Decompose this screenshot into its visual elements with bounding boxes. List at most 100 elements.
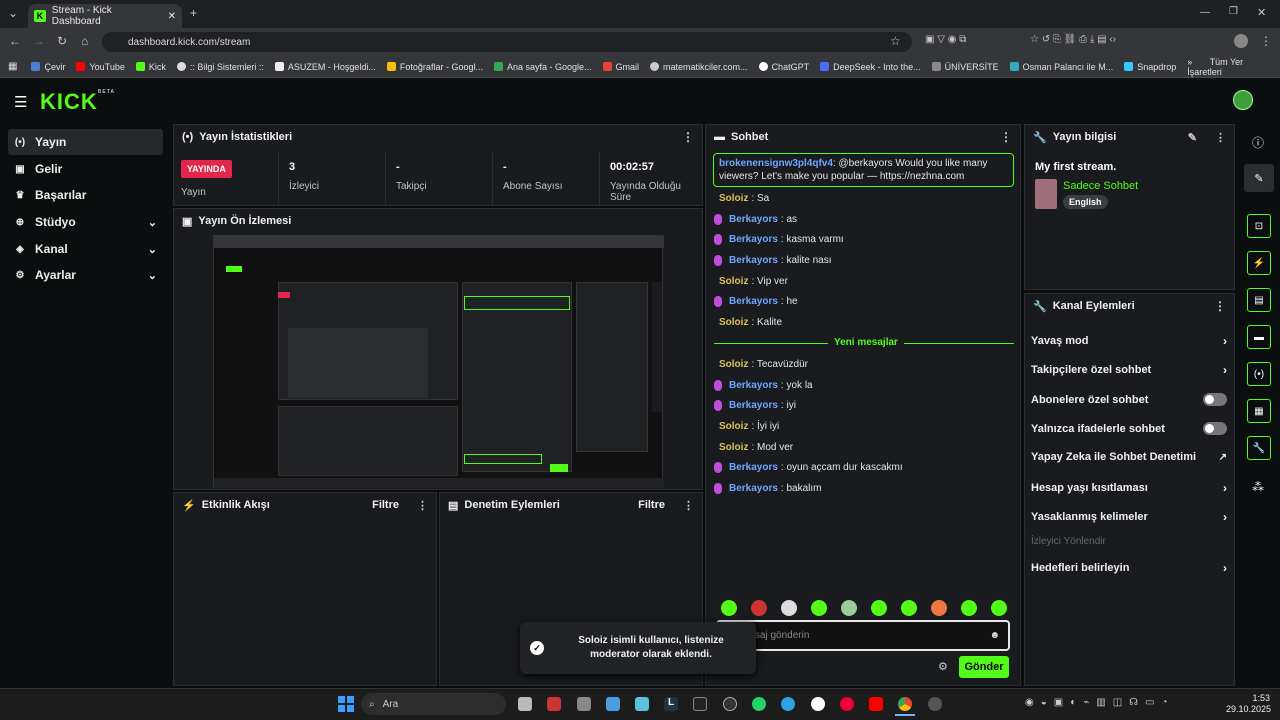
home-icon[interactable]: ⌂ (81, 34, 88, 48)
action-subscribers-only[interactable]: Abonelere özel sohbet (1031, 393, 1227, 406)
toolbar-icons[interactable]: ☆ ↺ ⎘ ⛓ ⎙ ⤓ ▤ ‹› (1030, 34, 1116, 45)
bookmark[interactable]: ASUZEM - Hoşgeldi... (274, 62, 376, 72)
whatsapp-icon[interactable] (752, 697, 766, 711)
taskbar-app-icon[interactable] (723, 697, 737, 711)
bookmark[interactable]: Snapdrop (1124, 62, 1176, 72)
toggle-switch[interactable] (1203, 422, 1227, 435)
action-account-age[interactable]: Hesap yaşı kısıtlaması › (1031, 481, 1227, 495)
send-button[interactable]: Gönder (959, 656, 1009, 678)
more-options-icon[interactable]: ⋮ (683, 499, 694, 512)
emote-icon[interactable] (871, 600, 887, 616)
action-emotes-only[interactable]: Yalnızca ifadelerle sohbet (1031, 422, 1227, 435)
taskbar-app-icon[interactable] (840, 697, 854, 711)
chat-input[interactable]: Bir mesaj gönderin ☻ (716, 620, 1010, 651)
taskbar-search[interactable]: ⌕ Ara (361, 693, 506, 715)
system-tray-icons[interactable]: ◉◒▣◐⌁▥◫☊▭◔ (1025, 697, 1175, 708)
stream-preview-video[interactable] (213, 235, 664, 488)
action-goals[interactable]: Hedefleri belirleyin › (1031, 561, 1227, 575)
telegram-icon[interactable] (781, 697, 795, 711)
emote-icon[interactable] (901, 600, 917, 616)
url-field[interactable]: dashboard.kick.com/stream (102, 32, 912, 52)
broadcast-icon[interactable]: (•) (1247, 362, 1271, 386)
chat-icon[interactable]: ▬ (1247, 325, 1271, 349)
emote-icon[interactable] (721, 600, 737, 616)
cam-icon[interactable]: ⊡ (1247, 214, 1271, 238)
action-ai-moderation[interactable]: Yapay Zeka ile Sohbet Denetimi ↗ (1031, 451, 1227, 463)
taskbar-app-icon[interactable] (635, 697, 649, 711)
bookmark[interactable]: ÜNİVERSİTE (931, 62, 999, 72)
bookmark[interactable]: DeepSeek - Into the... (820, 62, 921, 72)
filter-button[interactable]: Filtre (638, 499, 665, 511)
windows-start-icon[interactable] (338, 696, 354, 712)
more-options-icon[interactable]: ⋮ (682, 130, 694, 144)
widgets-icon[interactable]: ⁂ (1252, 480, 1264, 494)
bookmark[interactable]: Ana sayfa - Google... (493, 62, 592, 72)
hamburger-menu-icon[interactable]: ☰ (14, 93, 27, 111)
taskbar-app-icon[interactable]: L (664, 697, 678, 711)
document-icon[interactable]: ▤ (1247, 288, 1271, 312)
wrench-icon[interactable]: 🔧 (1247, 436, 1271, 460)
browser-tab[interactable]: K Stream - Kick Dashboard ✕ (28, 4, 182, 28)
emote-icon[interactable] (931, 600, 947, 616)
action-followers-only[interactable]: Takipçilere özel sohbet › (1031, 363, 1227, 377)
back-icon[interactable]: ← (9, 34, 21, 48)
chatgpt-icon[interactable] (811, 697, 825, 711)
category-link[interactable]: Sadece Sohbet (1063, 180, 1138, 192)
filter-button[interactable]: Filtre (372, 499, 399, 511)
bookmark[interactable]: Kick (135, 62, 166, 72)
all-bookmarks[interactable]: » Tüm Yer İşaretleri (1187, 57, 1272, 77)
bookmark[interactable]: YouTube (76, 62, 125, 72)
more-options-icon[interactable]: ⋮ (1000, 130, 1012, 144)
bookmark[interactable]: Fotoğraflar - Googl... (386, 62, 483, 72)
sidebar-item-ayarlar[interactable]: ⚙ Ayarlar ⌄ (8, 262, 163, 288)
user-avatar[interactable] (1233, 90, 1253, 110)
forward-icon[interactable]: → (33, 34, 45, 48)
more-options-icon[interactable]: ⋮ (1215, 131, 1226, 144)
clock[interactable]: 1:53 29.10.2025 (1226, 693, 1271, 715)
apps-icon[interactable]: ▦ (8, 61, 17, 72)
bookmark[interactable]: Gmail (602, 62, 639, 72)
sidebar-item-studyo[interactable]: ⊕ Stüdyo ⌄ (8, 209, 163, 235)
taskbar-app-icon[interactable] (928, 697, 942, 711)
emote-icon[interactable] (781, 600, 797, 616)
emote-icon[interactable] (751, 600, 767, 616)
bookmark[interactable]: :: Bilgi Sistemleri :: (176, 62, 264, 72)
chat-settings-icon[interactable]: ⚙ (938, 660, 948, 673)
sidebar-item-kanal[interactable]: ◈ Kanal ⌄ (8, 236, 163, 262)
bookmark-star-icon[interactable]: ☆ (890, 34, 901, 48)
new-tab-icon[interactable]: + (190, 6, 197, 20)
chrome-icon[interactable] (898, 697, 912, 711)
bookmark[interactable]: Osman Palancı ile M... (1009, 62, 1113, 72)
bookmark[interactable]: ChatGPT (758, 62, 809, 72)
bookmark[interactable]: matematikciler.com... (650, 62, 748, 72)
toggle-switch[interactable] (1203, 393, 1227, 406)
edit-layout-icon[interactable]: ✎ (1244, 164, 1274, 192)
taskbar-app-icon[interactable] (606, 697, 620, 711)
emote-icon[interactable] (841, 600, 857, 616)
close-tab-icon[interactable]: ✕ (168, 11, 176, 22)
emote-icon[interactable] (811, 600, 827, 616)
taskbar-app-icon[interactable] (518, 697, 532, 711)
emote-icon[interactable] (991, 600, 1007, 616)
action-slow-mode[interactable]: Yavaş mod › (1031, 334, 1227, 348)
more-options-icon[interactable]: ⋮ (1214, 299, 1226, 313)
maximize-icon[interactable]: ❐ (1229, 6, 1238, 17)
menu-icon[interactable]: ⋮ (1260, 34, 1272, 48)
youtube-icon[interactable] (869, 697, 883, 711)
profile-avatar[interactable] (1234, 34, 1248, 48)
extension-icons[interactable]: ▣ ▽ ◉ ⧉ (925, 34, 966, 45)
sidebar-item-basarilar[interactable]: ♛ Başarılar (8, 182, 163, 208)
layout-icon[interactable]: ▦ (1247, 399, 1271, 423)
info-icon[interactable]: ⓘ (1252, 134, 1264, 151)
bolt-icon[interactable]: ⚡ (1247, 251, 1271, 275)
reload-icon[interactable]: ↻ (57, 34, 67, 48)
minimize-icon[interactable]: — (1200, 7, 1210, 18)
emote-icon[interactable] (961, 600, 977, 616)
edit-icon[interactable]: ✎ (1188, 131, 1197, 144)
sidebar-item-gelir[interactable]: ▣ Gelir (8, 156, 163, 182)
taskbar-app-icon[interactable] (693, 697, 707, 711)
taskbar-app-icon[interactable] (547, 697, 561, 711)
sidebar-item-yayin[interactable]: (•) Yayın (8, 129, 163, 155)
taskbar-app-icon[interactable] (577, 697, 591, 711)
bookmark[interactable]: Çevir (31, 62, 65, 72)
